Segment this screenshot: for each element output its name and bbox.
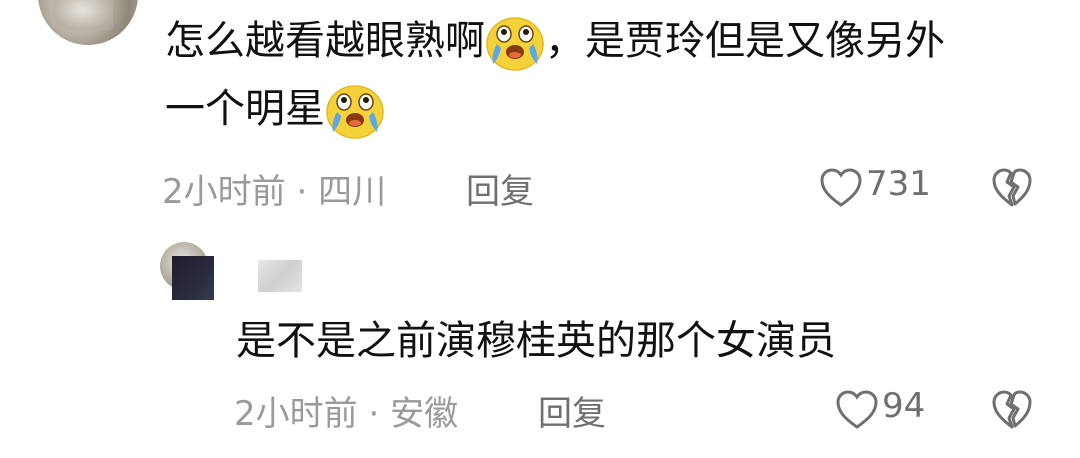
replier-name-redacted[interactable] <box>258 260 302 292</box>
crying-laughing-face-icon <box>485 14 545 72</box>
reply-button[interactable]: 回复 <box>466 164 534 213</box>
reply-meta: 2小时前 · 安徽 <box>234 386 458 435</box>
like-count: 94 <box>882 386 926 426</box>
comment-meta: 2小时前 · 四川 <box>162 164 386 213</box>
dislike-broken-heart-icon[interactable] <box>990 388 1034 432</box>
reply-location: 安徽 <box>390 394 459 434</box>
comment-text-part-3: 一个明星 <box>165 86 325 132</box>
like-icon[interactable] <box>834 388 880 432</box>
meta-dot: · <box>296 172 308 212</box>
reply-time: 2小时前 <box>234 394 358 434</box>
comment-time: 2小时前 <box>162 172 286 212</box>
like-count: 731 <box>866 164 931 204</box>
like-icon[interactable] <box>818 166 864 210</box>
replier-avatar[interactable] <box>160 242 214 300</box>
dislike-broken-heart-icon[interactable] <box>990 166 1034 210</box>
reply-text: 是不是之前演穆桂英的那个女演员 <box>236 318 836 364</box>
comment-location: 四川 <box>318 172 387 212</box>
comment-text-part-1: 怎么越看越眼熟啊 <box>165 18 485 64</box>
comment-text-line-2: 一个明星 <box>165 78 385 140</box>
comment-text-line-1: 怎么越看越眼熟啊 ，是贾玲但是又像另外 <box>165 10 945 72</box>
reply-button[interactable]: 回复 <box>538 386 606 435</box>
meta-dot: · <box>368 394 380 434</box>
crying-laughing-face-icon <box>325 82 385 140</box>
comment-text-part-2: ，是贾玲但是又像另外 <box>545 18 945 64</box>
commenter-avatar[interactable] <box>38 0 138 45</box>
